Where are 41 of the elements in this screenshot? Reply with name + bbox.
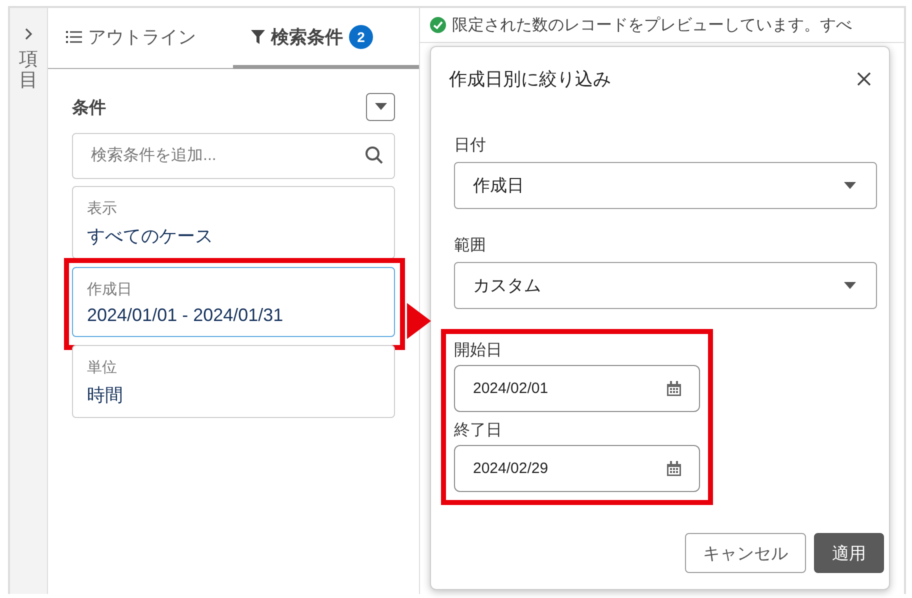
list-icon [66, 30, 82, 42]
filter-card[interactable]: 作成日 2024/01/01 - 2024/01/31 [72, 267, 395, 337]
card-value: 時間 [87, 384, 124, 407]
filter-card[interactable]: 表示 すべてのケース [72, 186, 395, 259]
close-button[interactable] [855, 70, 873, 88]
popup-title: 作成日別に絞り込み [449, 68, 611, 91]
card-label: 表示 [87, 199, 118, 218]
search-icon [365, 146, 383, 164]
filter-icon [251, 30, 265, 44]
date-field[interactable]: 2024/02/29 [454, 445, 700, 492]
caret-icon [844, 282, 856, 290]
sidebar-label[interactable]: 項目 [19, 50, 38, 92]
search-field[interactable]: 検索条件を追加... [72, 133, 395, 179]
select-field[interactable]: 作成日 [454, 162, 877, 209]
field-label: 日付 [454, 136, 487, 156]
card-value: 2024/01/01 - 2024/01/31 [87, 305, 284, 326]
expand-button[interactable] [22, 26, 34, 42]
card-label: 単位 [87, 358, 118, 377]
banner-text: 限定された数のレコードをプレビューしています。すべ [452, 16, 852, 36]
calendar-icon [667, 461, 681, 476]
pointer-arrow [407, 303, 431, 339]
field-label: 範囲 [454, 236, 487, 256]
chevron-icon [24, 28, 32, 40]
close-icon [857, 72, 871, 86]
field-label: 終了日 [454, 421, 503, 441]
filter-card[interactable]: 単位 時間 [72, 345, 395, 418]
dropdown-button[interactable] [366, 93, 395, 121]
select-field[interactable]: カスタム [454, 262, 877, 309]
caret-icon [374, 103, 386, 111]
card-value: すべてのケース [87, 225, 214, 248]
card-label: 作成日 [87, 280, 133, 299]
count-badge: 2 [349, 24, 373, 48]
date-field[interactable]: 2024/02/01 [454, 365, 700, 412]
tab[interactable]: アウトライン [48, 8, 233, 69]
field-label: 開始日 [454, 341, 503, 361]
section-heading: 条件 [72, 96, 106, 118]
apply-button[interactable]: 適用 [814, 533, 884, 573]
check-icon [430, 17, 446, 33]
calendar-icon [667, 381, 681, 396]
cancel-button[interactable]: キャンセル [685, 533, 806, 573]
caret-icon [844, 182, 856, 190]
